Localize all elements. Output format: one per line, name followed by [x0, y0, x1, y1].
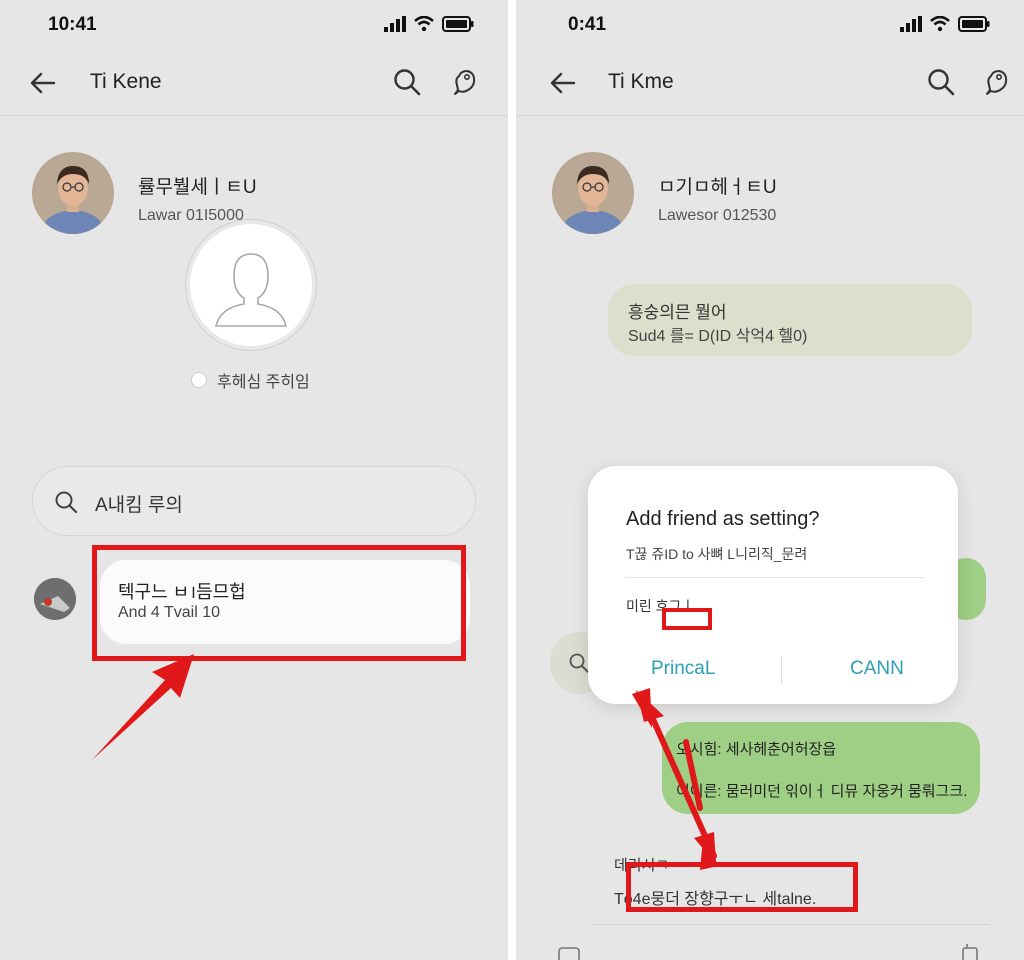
message-line: 흥숭의믄 뭘어 [628, 303, 727, 322]
status-bar: 10:41 [0, 0, 508, 50]
message-text: Tö4e뭉더 장향구ㅜㄴ 세talne. [614, 891, 817, 908]
app-title: Ti Kme [608, 70, 674, 93]
message-line: 오시힘: 세사헤춘어허장읍 [676, 741, 837, 758]
message-bubble-received[interactable]: 흥숭의믄 뭘어 Sud4 를= D(ID 삭억4 헬0) [608, 284, 972, 356]
divider [592, 924, 990, 925]
radio-option[interactable]: 후헤심 주히임 [191, 368, 310, 392]
battery-icon [958, 16, 990, 32]
search-icon [569, 653, 589, 673]
dialog-field-label[interactable]: 미린 흐그ㅣ [626, 596, 694, 616]
search-icon[interactable] [926, 67, 956, 97]
search-input[interactable]: A내킴 루의 [32, 466, 476, 536]
battery-icon [442, 16, 474, 32]
result-title: 텍구느 ㅂ।듬므헙 [118, 582, 246, 602]
dialog-title: Add friend as setting? [626, 508, 820, 530]
message-sender: 데리시ㅋ [614, 857, 670, 874]
status-time: 0:41 [568, 14, 607, 35]
wifi-icon [930, 16, 950, 32]
contact-name: ㅁ기ㅁ헤ㅓㅌU [658, 177, 777, 198]
dialog-divider [626, 577, 924, 578]
contact-name: 률무붤세ㅣㅌU [138, 177, 257, 198]
dialog-message: T끊 쥬ID to 사뼈 L니리직_문려 [626, 546, 808, 562]
back-arrow-icon[interactable] [548, 68, 578, 98]
chat-bubble-icon[interactable] [982, 67, 1012, 97]
result-thumbnail-icon [34, 578, 76, 620]
app-title: Ti Kene [90, 70, 162, 93]
search-icon [55, 491, 78, 514]
contact-subtitle: Lawesor 012530 [658, 207, 777, 224]
back-arrow-icon[interactable] [28, 68, 58, 98]
left-phone-screen: 10:41 Ti Kene 률무붤세ㅣㅌU Lawar 01I5000 후헤심 … [0, 0, 508, 960]
contact-avatar[interactable] [552, 152, 634, 234]
message-line: Sud4 를= D(ID 삭억4 헬0) [628, 328, 808, 345]
bottom-left-icon[interactable] [556, 944, 582, 960]
status-time: 10:41 [48, 14, 97, 35]
contact-subtitle: Lawar 01I5000 [138, 207, 244, 224]
wifi-icon [414, 16, 434, 32]
person-silhouette-icon [215, 253, 287, 327]
person-photo-icon [32, 152, 114, 234]
contact-avatar[interactable] [32, 152, 114, 234]
principal-button[interactable]: PrincaL [651, 658, 715, 680]
status-bar: 0:41 [516, 0, 1024, 50]
cancel-button[interactable]: CANN [850, 658, 904, 680]
app-bar: Ti Kme [516, 50, 1024, 116]
result-subtitle: And 4 Tvail 10 [118, 604, 220, 621]
signal-icon [900, 16, 922, 32]
profile-placeholder[interactable] [186, 220, 316, 350]
search-result-item[interactable]: 텍구느 ㅂ।듬므헙 And 4 Tvail 10 [100, 560, 470, 644]
message-bubble-sent[interactable]: 오시힘: 세사헤춘어허장읍 이이른: 뭄러미던 읶이ㅓ 디뮤 자웅커 뭄뤄그크. [662, 722, 980, 814]
message-line: 이이른: 뭄러미던 읶이ㅓ 디뮤 자웅커 뭄뤄그크. [676, 783, 968, 800]
bottom-right-icon[interactable] [958, 944, 984, 960]
app-bar: Ti Kene [0, 50, 508, 116]
signal-icon [384, 16, 406, 32]
person-photo-icon [552, 152, 634, 234]
radio-label: 후헤심 주히임 [217, 374, 310, 391]
status-icons [900, 16, 990, 32]
add-friend-dialog: Add friend as setting? T끊 쥬ID to 사뼈 L니리직… [588, 466, 958, 704]
result-avatar[interactable] [34, 578, 76, 620]
radio-button[interactable] [191, 372, 207, 388]
search-icon[interactable] [392, 67, 422, 97]
button-divider [781, 656, 782, 684]
status-icons [384, 16, 474, 32]
chat-bubble-icon[interactable] [450, 67, 480, 97]
search-text: A내킴 루의 [95, 495, 183, 516]
